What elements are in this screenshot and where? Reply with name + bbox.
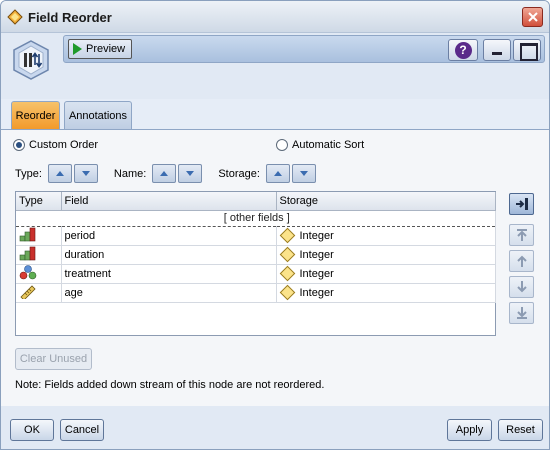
maximize-button[interactable] [513,39,541,61]
continuous-ruler-icon [20,284,36,301]
storage-value: Integer [299,267,334,280]
move-up-button[interactable] [509,250,534,272]
toolbar-area: Preview ? [1,33,549,99]
name-sort-ascending-button[interactable] [152,164,177,183]
fields-table: Type Field Storage [ other fields ] peri… [15,191,496,336]
storage-cell: Integer [276,283,496,303]
type-cell [16,283,62,303]
close-button[interactable] [522,7,543,27]
pick-fields-button[interactable] [509,193,534,215]
name-sort-descending-button[interactable] [178,164,203,183]
type-sort-ascending-button[interactable] [47,164,72,183]
type-cell [16,264,62,284]
table-row[interactable]: period Integer [16,226,496,246]
other-fields-label: [ other fields ] [16,209,496,227]
preview-button[interactable]: Preview [68,39,133,59]
table-row[interactable]: treatment Integer [16,264,496,284]
table-row[interactable]: duration Integer [16,245,496,265]
storage-cell: Integer [276,264,496,284]
custom-order-radio[interactable] [13,139,25,151]
move-down-button[interactable] [509,276,534,298]
field-name-cell: duration [61,245,277,265]
reorder-panel: Custom Order Automatic Sort Type: Name: [1,129,549,406]
move-to-top-button[interactable] [509,224,534,246]
storage-value: Integer [299,229,334,242]
clear-unused-button[interactable]: Clear Unused [15,348,92,370]
sort-ascending-icon [160,171,169,176]
table-header: Type Field Storage [16,192,496,211]
flag-ordinal-icon [19,227,36,241]
automatic-sort-option[interactable]: Automatic Sort [276,139,364,151]
field-name-cell: period [61,226,277,246]
custom-order-option[interactable]: Custom Order [13,139,98,151]
move-to-bottom-button[interactable] [509,302,534,324]
reorder-node-icon [13,40,49,80]
sort-descending-icon [186,171,195,176]
storage-sort-descending-button[interactable] [291,164,316,183]
help-button[interactable]: ? [448,39,478,61]
integer-diamond-icon [279,227,295,244]
storage-value: Integer [299,248,334,261]
storage-cell: Integer [276,226,496,246]
type-sort-group: Type: [15,164,98,183]
integer-diamond-icon [279,246,295,263]
field-name-cell: treatment [61,264,277,284]
reset-button[interactable]: Reset [498,419,543,441]
cancel-button[interactable]: Cancel [60,419,104,441]
other-fields-row[interactable]: [ other fields ] [16,209,496,227]
custom-order-label: Custom Order [29,139,99,151]
dialog-footer: OK Cancel Apply Reset [1,406,549,449]
storage-value: Integer [299,286,334,299]
sort-ascending-icon [273,171,282,176]
type-sort-descending-button[interactable] [73,164,98,183]
title-bar: Field Reorder [1,1,549,33]
move-to-top-icon [516,229,527,241]
automatic-sort-label: Automatic Sort [292,139,365,151]
column-header-storage[interactable]: Storage [276,192,496,211]
apply-button[interactable]: Apply [447,419,492,441]
storage-sort-ascending-button[interactable] [265,164,290,183]
preview-label: Preview [86,43,126,55]
sort-ascending-icon [55,171,64,176]
integer-diamond-icon [279,284,295,301]
name-sort-label: Name: [113,167,147,180]
play-icon [73,43,82,55]
sort-descending-icon [299,171,308,176]
flag-ordinal-icon [19,246,36,260]
help-icon: ? [454,41,472,59]
close-icon [527,12,538,22]
ok-button[interactable]: OK [10,419,54,441]
storage-cell: Integer [276,245,496,265]
storage-sort-group: Storage: [218,164,316,183]
storage-sort-label: Storage: [218,167,260,180]
field-reorder-dialog: Field Reorder Preview ? Reorder Annotati… [0,0,550,450]
nominal-set-icon [19,264,37,279]
field-name-cell: age [61,283,277,303]
window-title: Field Reorder [28,10,112,25]
toolbar: Preview ? [63,35,545,63]
field-reorder-diamond-icon [7,9,23,25]
integer-diamond-icon [279,265,295,282]
type-sort-label: Type: [15,167,42,180]
column-header-type[interactable]: Type [16,192,62,211]
move-up-icon [516,255,527,267]
tab-reorder[interactable]: Reorder [11,101,60,129]
move-down-icon [516,281,527,293]
table-row[interactable]: age Integer [16,283,496,303]
reorder-note: Note: Fields added down stream of this n… [15,379,325,391]
sort-descending-icon [81,171,90,176]
name-sort-group: Name: [113,164,203,183]
sort-controls: Type: Name: Storage: [15,164,316,183]
type-cell [16,245,62,265]
pick-fields-icon [515,198,528,210]
minimize-button[interactable] [483,39,511,61]
column-header-field[interactable]: Field [61,192,277,211]
automatic-sort-radio[interactable] [276,139,288,151]
tab-annotations[interactable]: Annotations [64,101,132,129]
move-to-bottom-icon [516,307,527,319]
type-cell [16,226,62,246]
